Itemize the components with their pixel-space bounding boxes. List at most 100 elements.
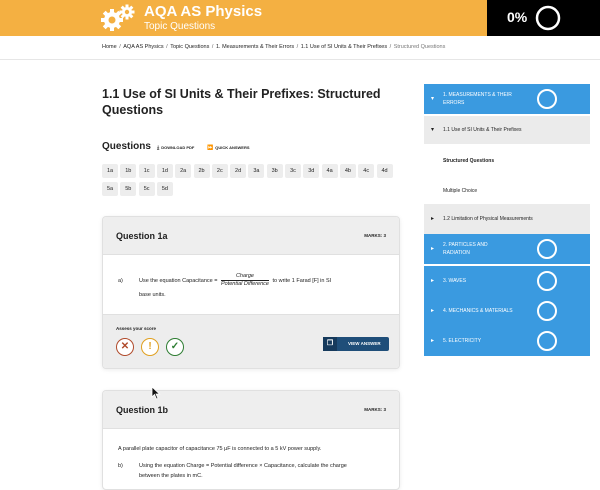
sidebar-item-label: 4. MECHANICS & MATERIALS [443,307,513,315]
question-number-button[interactable]: 1d [156,164,173,178]
question-text: Using the equation Charge = Potential di… [139,463,347,469]
question-text-line2: base units. [139,292,166,298]
progress-ring-icon [535,5,561,31]
question-text-before: Use the equation Capacitance = [139,277,218,284]
gears-logo-icon[interactable] [100,3,136,33]
mouse-cursor-icon [151,386,161,400]
sidebar-label-line2: RADIATION [443,250,470,256]
sidebar-item-label: 5. ELECTRICITY [443,337,481,345]
brand[interactable]: AQA AS Physics Topic Questions [144,4,262,33]
sidebar-label-line1: 2. PARTICLES AND [443,242,488,248]
question-number-button[interactable]: 4a [321,164,338,178]
sidebar-item-5[interactable]: ▸ 2. PARTICLES AND RADIATION [424,234,590,264]
question-text-line2: between the plates in mC. [139,473,203,479]
breadcrumb-topic-questions[interactable]: Topic Questions [170,44,209,50]
question-part-label: a) [118,278,123,284]
breadcrumb-course[interactable]: AQA AS Physics [123,44,163,50]
question-number-button[interactable]: 1c [138,164,155,178]
sidebar-label-line2: ERRORS [443,100,465,106]
question-part-label: b) [118,463,123,469]
question-text-after: to write 1 Farad [F] in SI [272,277,332,284]
sidebar-item-7[interactable]: ▸ 4. MECHANICS & MATERIALS [424,296,590,326]
question-number-button[interactable]: 5c [138,182,155,196]
question-card-header: Question 1b MARKS: 3 [103,391,399,429]
fraction-numerator: Charge [220,273,269,281]
sidebar-item-label: Structured Questions [443,157,494,165]
question-number-button[interactable]: 1a [102,164,118,178]
progress-ring-icon [537,271,557,291]
question-number-button[interactable]: 3a [248,164,265,178]
question-number-button[interactable]: 1b [120,164,137,178]
question-number-button[interactable]: 3d [303,164,320,178]
sidebar-label-line1: 1. MEASUREMENTS & THEIR [443,92,512,98]
question-number-button[interactable]: 5d [156,182,173,196]
progress-ring-icon [537,89,557,109]
breadcrumb-section[interactable]: 1. Measurements & Their Errors [216,44,294,50]
caret-right-icon: ▸ [431,278,435,284]
question-text: Use the equation Capacitance = Charge Po… [139,273,389,288]
fraction: Charge Potential Difference [220,273,269,288]
question-number-button[interactable]: 3b [266,164,283,178]
sidebar-item-8[interactable]: ▸ 5. ELECTRICITY [424,326,590,356]
sidebar-label-line1: 4. MECHANICS & MATERIALS [443,308,513,314]
question-number-button[interactable]: 4b [339,164,356,178]
question-number-button[interactable]: 5a [102,182,118,196]
view-answer-label: VIEW ANSWER [348,341,381,346]
sidebar-item-label: 1.1 Use of SI Units & Their Prefixes [443,126,522,134]
sidebar-item-3[interactable]: Multiple Choice [424,176,590,206]
sidebar-label-line1: 3. WAVES [443,278,467,284]
progress-ring-icon [537,239,557,259]
quick-answers-link[interactable]: ⏩ QUICK ANSWERS [207,145,250,151]
breadcrumb-home[interactable]: Home [102,44,117,50]
sidebar-item-6[interactable]: ▸ 3. WAVES [424,266,590,296]
question-title: Question 1b [116,405,169,415]
brand-title: AQA AS Physics [144,3,263,20]
download-pdf-link[interactable]: ⤓ DOWNLOAD PDF [157,145,194,151]
score-correct-button[interactable]: ✓ [166,338,184,356]
sidebar-item-0[interactable]: ▾ 1. MEASUREMENTS & THEIR ERRORS [424,84,590,114]
caret-down-icon: ▾ [431,96,435,102]
assess-label: Assess your score [116,326,157,331]
assess-score-panel: Assess your score ✕ ! ✓ ❐ VIEW ANSWER [103,314,399,368]
question-number-button[interactable]: 2c [211,164,228,178]
sidebar-item-1[interactable]: ▾ 1.1 Use of SI Units & Their Prefixes [424,116,590,144]
question-intro: A parallel plate capacitor of capacitanc… [118,446,322,452]
sidebar-item-label: Multiple Choice [443,187,477,195]
download-icon: ⤓ [157,145,160,151]
progress-percent: 0% [507,9,528,25]
question-title: Question 1a [116,231,168,241]
sidebar-label-line1: 1.1 Use of SI Units & Their Prefixes [443,127,522,133]
caret-right-icon: ▸ [431,308,435,314]
sidebar-item-label: 3. WAVES [443,277,466,285]
score-partial-button[interactable]: ! [141,338,159,356]
question-number-button[interactable]: 3c [285,164,301,178]
view-answer-button[interactable]: ❐ VIEW ANSWER [323,337,389,351]
check-icon: ✓ [170,341,180,352]
breadcrumb: Home / AQA AS Physics / Topic Questions … [102,44,446,50]
cross-icon: ✕ [120,341,130,352]
question-marks: MARKS: 3 [364,233,386,238]
exclamation-icon: ! [148,341,152,352]
sidebar-item-label: 1. MEASUREMENTS & THEIR ERRORS [443,91,512,107]
sidebar-item-label: 2. PARTICLES AND RADIATION [443,241,488,257]
quick-answers-label: QUICK ANSWERS [215,145,250,150]
sidebar-item-4[interactable]: ▸ 1.2 Limitation of Physical Measurements [424,204,590,234]
question-marks: MARKS: 3 [364,407,386,412]
breadcrumb-subsection[interactable]: 1.1 Use of SI Units & Their Prefixes [301,44,387,50]
brand-subtitle: Topic Questions [144,21,216,32]
question-number-button[interactable]: 5b [120,182,137,196]
question-number-button[interactable]: 4c [358,164,375,178]
sidebar-label-line1: Multiple Choice [443,188,478,194]
question-number-button[interactable]: 2d [230,164,247,178]
download-pdf-label: DOWNLOAD PDF [161,145,195,150]
caret-right-icon: ▸ [431,246,435,252]
question-number-button[interactable]: 2a [175,164,192,178]
question-number-button[interactable]: 4d [376,164,393,178]
copy-icon: ❐ [323,337,337,351]
question-card-1b: Question 1b MARKS: 3 A parallel plate ca… [102,390,400,490]
breadcrumb-current: Structured Questions [393,44,446,50]
sidebar-item-label: 1.2 Limitation of Physical Measurements [443,215,533,223]
sidebar-item-2[interactable]: Structured Questions [424,146,590,176]
score-wrong-button[interactable]: ✕ [116,338,134,356]
question-number-button[interactable]: 2b [193,164,210,178]
